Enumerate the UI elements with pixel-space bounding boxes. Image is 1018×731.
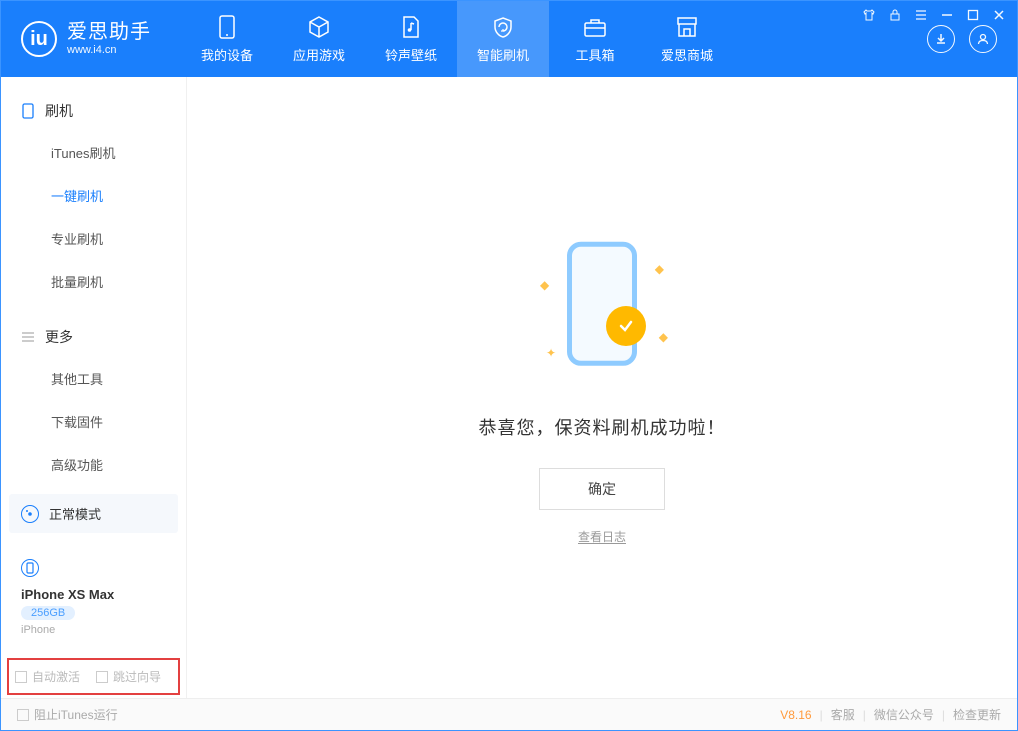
confirm-button[interactable]: 确定	[539, 468, 665, 510]
phone-icon	[21, 104, 35, 118]
tab-label: 工具箱	[575, 45, 614, 64]
nav-item-itunes-flash[interactable]: iTunes刷机	[1, 131, 186, 174]
device-icon	[215, 15, 239, 39]
footer-link-wechat[interactable]: 微信公众号	[874, 706, 934, 723]
checkbox-icon	[17, 709, 29, 721]
view-log-link[interactable]: 查看日志	[578, 528, 626, 545]
nav-header-label: 刷机	[45, 101, 73, 121]
footer-left: 阻止iTunes运行	[17, 706, 118, 723]
success-message: 恭喜您，保资料刷机成功啦！	[479, 414, 726, 440]
list-icon	[21, 330, 35, 344]
tab-smart-flash[interactable]: 智能刷机	[457, 1, 549, 77]
nav-header-more[interactable]: 更多	[1, 317, 186, 357]
checkbox-skip-guide[interactable]: 跳过向导	[96, 668, 161, 685]
mode-icon	[21, 505, 39, 523]
footer-right: V8.16 | 客服 | 微信公众号 | 检查更新	[780, 706, 1001, 723]
device-card[interactable]: iPhone XS Max 256GB iPhone	[9, 549, 178, 646]
main-content: ◆ ◆ ✦ ◆ 恭喜您，保资料刷机成功啦！ 确定 查看日志	[187, 77, 1017, 698]
device-phone-icon	[21, 559, 39, 577]
checkbox-label: 阻止iTunes运行	[34, 706, 118, 723]
tab-toolbox[interactable]: 工具箱	[549, 1, 641, 77]
maximize-button[interactable]	[965, 7, 981, 23]
body: 刷机 iTunes刷机 一键刷机 专业刷机 批量刷机 更多 其他工具	[1, 77, 1017, 698]
app-name: 爱思助手	[67, 21, 151, 44]
check-badge-icon	[606, 306, 646, 346]
checkbox-prevent-itunes[interactable]: 阻止iTunes运行	[17, 706, 118, 723]
music-file-icon	[399, 15, 423, 39]
checkbox-icon	[15, 671, 27, 683]
nav-item-onekey-flash[interactable]: 一键刷机	[1, 174, 186, 217]
toolbox-icon	[583, 15, 607, 39]
tab-apps-games[interactable]: 应用游戏	[273, 1, 365, 77]
shirt-icon[interactable]	[861, 7, 877, 23]
mode-label: 正常模式	[49, 504, 101, 523]
checkbox-label: 自动激活	[32, 668, 80, 685]
nav-section-more: 更多 其他工具 下载固件 高级功能	[1, 303, 186, 486]
download-button[interactable]	[927, 25, 955, 53]
user-button[interactable]	[969, 25, 997, 53]
sparkle-icon: ◆	[540, 278, 549, 292]
divider: |	[942, 708, 945, 722]
cube-icon	[307, 15, 331, 39]
footer-link-check-update[interactable]: 检查更新	[953, 706, 1001, 723]
footer-link-customer-service[interactable]: 客服	[831, 706, 855, 723]
footer: 阻止iTunes运行 V8.16 | 客服 | 微信公众号 | 检查更新	[1, 698, 1017, 730]
nav-section-flash: 刷机 iTunes刷机 一键刷机 专业刷机 批量刷机	[1, 77, 186, 303]
tab-label: 爱思商城	[661, 45, 713, 64]
header: iu 爱思助手 www.i4.cn 我的设备 应用游戏	[1, 1, 1017, 77]
sparkle-icon: ◆	[659, 330, 668, 344]
success-illustration: ◆ ◆ ✦ ◆	[512, 230, 692, 390]
app-window: iu 爱思助手 www.i4.cn 我的设备 应用游戏	[0, 0, 1018, 731]
nav-header-flash[interactable]: 刷机	[1, 91, 186, 131]
nav-item-batch-flash[interactable]: 批量刷机	[1, 260, 186, 303]
minimize-button[interactable]	[939, 7, 955, 23]
device-type: iPhone	[21, 624, 114, 636]
checkbox-label: 跳过向导	[113, 668, 161, 685]
logo-text: 爱思助手 www.i4.cn	[67, 21, 151, 57]
tab-my-device[interactable]: 我的设备	[181, 1, 273, 77]
nav-item-advanced[interactable]: 高级功能	[1, 443, 186, 486]
divider: |	[863, 708, 866, 722]
app-domain: www.i4.cn	[67, 44, 151, 57]
options-highlight-box: 自动激活 跳过向导	[7, 658, 180, 695]
app-logo-icon: iu	[21, 21, 57, 57]
nav-item-other-tools[interactable]: 其他工具	[1, 357, 186, 400]
mode-card[interactable]: 正常模式	[9, 494, 178, 533]
sparkle-icon: ◆	[655, 262, 664, 276]
sidebar: 刷机 iTunes刷机 一键刷机 专业刷机 批量刷机 更多 其他工具	[1, 77, 187, 698]
device-name: iPhone XS Max	[21, 587, 114, 602]
tab-label: 应用游戏	[293, 45, 345, 64]
window-controls	[861, 7, 1007, 23]
checkbox-icon	[96, 671, 108, 683]
tab-label: 智能刷机	[477, 45, 529, 64]
device-storage: 256GB	[21, 606, 75, 620]
nav-header-label: 更多	[45, 327, 73, 347]
divider: |	[820, 708, 823, 722]
logo-area: iu 爱思助手 www.i4.cn	[1, 1, 181, 77]
lock-icon[interactable]	[887, 7, 903, 23]
version-label: V8.16	[780, 708, 811, 722]
menu-icon[interactable]	[913, 7, 929, 23]
store-icon	[675, 15, 699, 39]
checkbox-auto-activate[interactable]: 自动激活	[15, 668, 80, 685]
nav-item-download-firmware[interactable]: 下载固件	[1, 400, 186, 443]
refresh-shield-icon	[491, 15, 515, 39]
close-button[interactable]	[991, 7, 1007, 23]
nav-item-pro-flash[interactable]: 专业刷机	[1, 217, 186, 260]
sparkle-icon: ✦	[546, 346, 556, 360]
tab-ringtone-wallpaper[interactable]: 铃声壁纸	[365, 1, 457, 77]
tab-label: 我的设备	[201, 45, 253, 64]
main-tabs: 我的设备 应用游戏 铃声壁纸 智能刷机	[181, 1, 907, 77]
tab-store[interactable]: 爱思商城	[641, 1, 733, 77]
phone-illustration-icon	[567, 242, 637, 366]
tab-label: 铃声壁纸	[385, 45, 437, 64]
device-info: iPhone XS Max 256GB iPhone	[21, 587, 114, 636]
